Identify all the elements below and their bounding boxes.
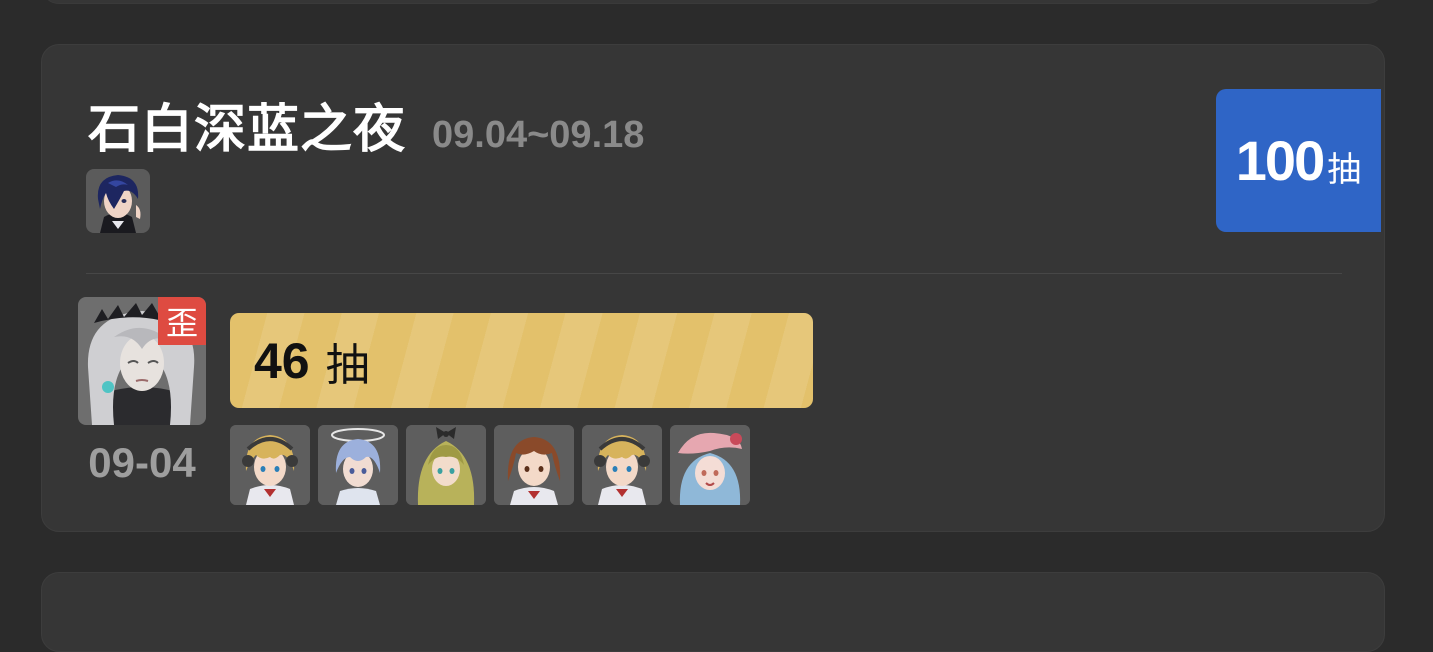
pity-count-bar: 46 抽 — [230, 313, 813, 408]
green-hair-bow-character-icon — [406, 425, 486, 505]
blonde-headband-character-icon — [230, 425, 310, 505]
blue-hair-halo-character-icon — [318, 425, 398, 505]
pity-count-unit: 抽 — [325, 339, 370, 391]
pool-title: 石白深蓝之夜 — [88, 100, 407, 160]
brown-hair-character-icon — [494, 425, 574, 505]
four-star-avatar[interactable] — [230, 425, 310, 505]
four-star-avatar[interactable] — [670, 425, 750, 505]
total-pulls-badge: 100 抽 — [1216, 89, 1381, 232]
pity-count: 46 — [254, 332, 310, 389]
total-pulls-unit: 抽 — [1327, 150, 1362, 190]
pool-header: 石白深蓝之夜 09.04~09.18 — [88, 87, 644, 162]
rate-up-character-avatar[interactable] — [86, 169, 150, 233]
four-star-avatar[interactable] — [318, 425, 398, 505]
pink-hat-character-icon — [670, 425, 750, 505]
lost-fifty-fifty-tag: 歪 — [158, 297, 206, 345]
blue-hair-character-icon — [86, 169, 150, 233]
previous-pool-card — [41, 0, 1385, 4]
five-star-date: 09-04 — [88, 439, 196, 486]
four-star-avatar[interactable] — [406, 425, 486, 505]
four-star-list — [230, 425, 750, 505]
blonde-headband-character-icon — [582, 425, 662, 505]
five-star-character-avatar[interactable]: 歪 — [78, 297, 206, 425]
pool-date-range: 09.04~09.18 — [432, 114, 645, 156]
total-pulls-count: 100 — [1235, 129, 1325, 192]
section-divider — [86, 273, 1342, 274]
four-star-avatar[interactable] — [494, 425, 574, 505]
four-star-avatar[interactable] — [582, 425, 662, 505]
gacha-pool-card: 石白深蓝之夜 09.04~09.18 100 抽 歪 09-04 46 抽 — [41, 44, 1385, 532]
next-pool-card — [41, 572, 1385, 652]
